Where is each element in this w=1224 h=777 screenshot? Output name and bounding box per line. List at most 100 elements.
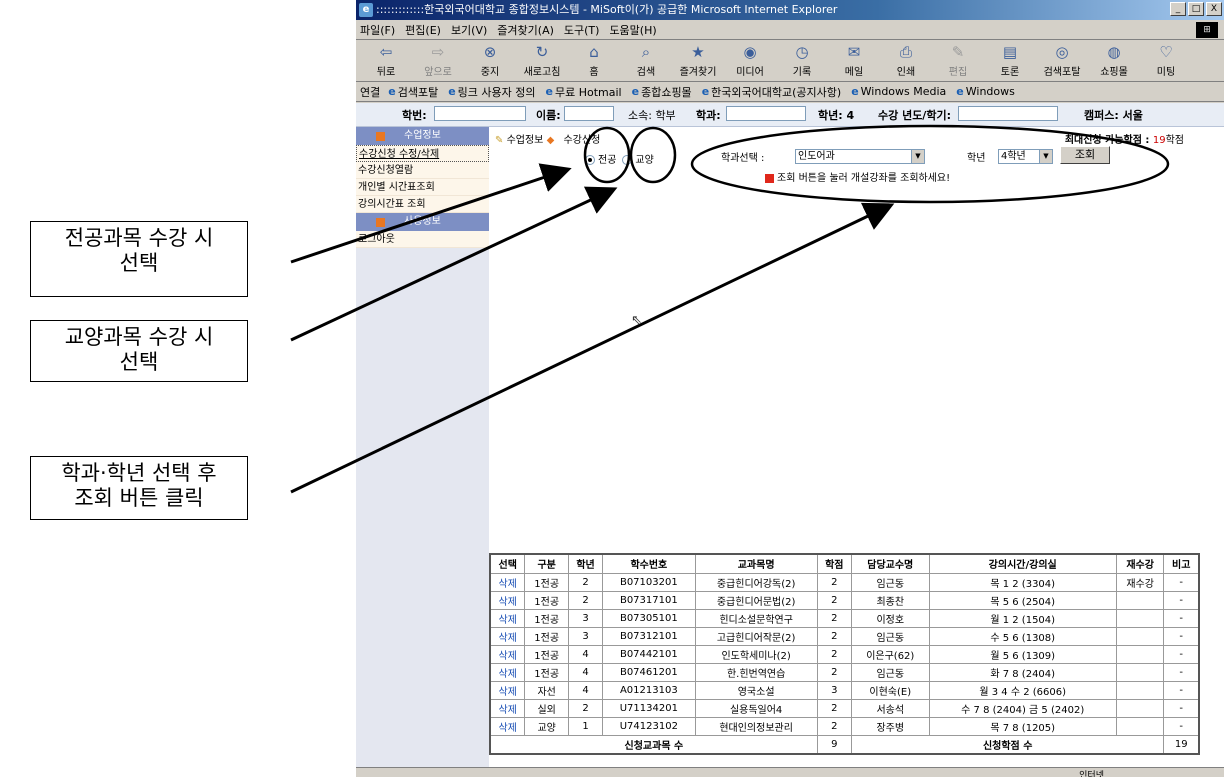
toolbar-button-1[interactable]: ⇨ 앞으로 bbox=[412, 43, 464, 78]
sidebar-section-user-info[interactable]: 사용정보 bbox=[356, 213, 489, 231]
menu-file[interactable]: 파일(F) bbox=[360, 22, 395, 38]
link-windows-media[interactable]: e Windows Media bbox=[851, 85, 946, 98]
delete-link[interactable]: 삭제 bbox=[489, 590, 526, 610]
menu-edit[interactable]: 편집(E) bbox=[405, 22, 441, 38]
year-text: 학년: 4 bbox=[818, 109, 855, 122]
toolbar-icon: ↻ bbox=[535, 43, 549, 61]
radio-liberal[interactable]: 교양 bbox=[622, 151, 654, 166]
maximize-button[interactable]: □ bbox=[1188, 2, 1204, 16]
registered-courses-table: 선택 구분 학년 학수번호 교과목명 학점 담당교수명 강의시간/강의실 재수강… bbox=[489, 553, 1200, 755]
table-cell: - bbox=[1163, 626, 1200, 646]
toolbar-button-14[interactable]: ◍ 쇼핑몰 bbox=[1088, 43, 1140, 78]
dept-select[interactable]: 인도어과 ▼ bbox=[795, 149, 925, 164]
toolbar-icon: ⌂ bbox=[589, 43, 599, 61]
delete-link[interactable]: 삭제 bbox=[489, 698, 526, 718]
toolbar-button-9[interactable]: ✉ 메일 bbox=[828, 43, 880, 78]
link-shopping[interactable]: e 종합쇼핑몰 bbox=[632, 84, 692, 100]
book-icon: ✎ bbox=[495, 135, 504, 146]
link-customize[interactable]: e 링크 사용자 정의 bbox=[448, 84, 535, 100]
table-cell: 3 bbox=[567, 626, 604, 646]
table-cell: B07317101 bbox=[602, 590, 696, 610]
menu-favorites[interactable]: 즐겨찾기(A) bbox=[497, 22, 554, 38]
table-cell: - bbox=[1163, 644, 1200, 664]
ie-link-icon: e bbox=[956, 85, 964, 98]
section-bullet-icon bbox=[376, 218, 385, 227]
toolbar-button-8[interactable]: ◷ 기록 bbox=[776, 43, 828, 78]
breadcrumb: ✎ 수업정보 ◆ 수강신청 bbox=[495, 135, 601, 146]
toolbar-button-3[interactable]: ↻ 새로고침 bbox=[516, 43, 568, 78]
year-select[interactable]: 4학년 ▼ bbox=[998, 149, 1053, 164]
table-cell: - bbox=[1163, 698, 1200, 718]
table-cell: 수 5 6 (1308) bbox=[928, 626, 1117, 646]
col-header: 학년 bbox=[567, 553, 604, 574]
table-cell: 영국소설 bbox=[694, 680, 818, 700]
toolbar-button-4[interactable]: ⌂ 홈 bbox=[568, 43, 620, 78]
delete-link[interactable]: 삭제 bbox=[489, 662, 526, 682]
student-id-label: 학번: bbox=[402, 109, 427, 122]
table-cell: 이현숙(E) bbox=[850, 680, 930, 700]
col-header: 학점 bbox=[816, 553, 852, 574]
links-label: 연결 bbox=[360, 85, 381, 99]
toolbar-button-11[interactable]: ✎ 편집 bbox=[932, 43, 984, 78]
main-content: ✎ 수업정보 ◆ 수강신청 최대신청 가능학점 : 19학점 전공 교양 학과선… bbox=[489, 127, 1224, 767]
minimize-button[interactable]: _ bbox=[1170, 2, 1186, 16]
table-cell: 임근동 bbox=[850, 626, 930, 646]
student-info-bar: 학번: 이름: 소속: 학부 학과: 학년: 4 수강 년도/학기: 캠퍼스: … bbox=[356, 103, 1224, 127]
close-button[interactable]: X bbox=[1206, 2, 1222, 16]
browser-window: e :::::::::::::한국외국어대학교 종합정보시스템 - MiSoft… bbox=[356, 0, 1224, 777]
delete-link[interactable]: 삭제 bbox=[489, 680, 526, 700]
table-cell: 2 bbox=[567, 590, 604, 610]
toolbar-icon: ⇨ bbox=[431, 43, 445, 61]
toolbar-button-2[interactable]: ⊗ 중지 bbox=[464, 43, 516, 78]
table-cell: 3 bbox=[567, 608, 604, 628]
affiliation-text: 소속: 학부 bbox=[628, 109, 676, 122]
link-hufs-notice[interactable]: e 한국외국어대학교(공지사항) bbox=[702, 84, 842, 100]
table-cell bbox=[1115, 608, 1165, 628]
toolbar-icon: ⊗ bbox=[483, 43, 497, 61]
toolbar-button-12[interactable]: ▤ 토론 bbox=[984, 43, 1036, 78]
sidebar-item-personal-timetable[interactable]: 개인별 시간표조회 bbox=[356, 179, 489, 196]
sidebar: 수업정보 수강신청 수정/삭제 수강신청열람 개인별 시간표조회 강의시간표 조… bbox=[356, 127, 489, 767]
table-cell: - bbox=[1163, 680, 1200, 700]
delete-link[interactable]: 삭제 bbox=[489, 716, 526, 736]
table-cell: 4 bbox=[567, 644, 604, 664]
sidebar-item-course-timetable[interactable]: 강의시간표 조회 bbox=[356, 196, 489, 213]
toolbar-icon: ⌕ bbox=[641, 43, 651, 61]
sidebar-section-class-info[interactable]: 수업정보 bbox=[356, 127, 489, 145]
toolbar-button-15[interactable]: ♡ 미팅 bbox=[1140, 43, 1192, 78]
delete-link[interactable]: 삭제 bbox=[489, 572, 526, 592]
table-cell: 월 1 2 (1504) bbox=[928, 608, 1117, 628]
delete-link[interactable]: 삭제 bbox=[489, 608, 526, 628]
link-windows[interactable]: e Windows bbox=[956, 85, 1015, 98]
sidebar-item-edit-delete[interactable]: 수강신청 수정/삭제 bbox=[356, 145, 489, 162]
radio-major[interactable]: 전공 bbox=[585, 151, 616, 166]
campus-text: 캠퍼스: 서울 bbox=[1084, 109, 1143, 122]
table-cell: 1전공 bbox=[524, 572, 569, 592]
course-count-value: 9 bbox=[816, 734, 852, 754]
toolbar-button-13[interactable]: ◎ 검색포탈 bbox=[1036, 43, 1088, 78]
link-portal[interactable]: e 검색포탈 bbox=[388, 84, 438, 100]
table-cell bbox=[1115, 716, 1165, 736]
toolbar-button-7[interactable]: ◉ 미디어 bbox=[724, 43, 776, 78]
callout-liberal-line2: 선택 bbox=[119, 350, 159, 374]
search-button[interactable]: 조회 bbox=[1060, 146, 1110, 164]
link-hotmail[interactable]: e 무료 Hotmail bbox=[546, 84, 622, 100]
menu-tools[interactable]: 도구(T) bbox=[564, 22, 600, 38]
table-cell: 4 bbox=[567, 680, 604, 700]
table-cell: 화 7 8 (2404) bbox=[928, 662, 1117, 682]
toolbar-button-0[interactable]: ⇦ 뒤로 bbox=[360, 43, 412, 78]
sidebar-item-view-registration[interactable]: 수강신청열람 bbox=[356, 162, 489, 179]
section-bullet-icon bbox=[376, 132, 385, 141]
col-header: 비고 bbox=[1163, 553, 1200, 574]
windows-logo-icon: ⊞ bbox=[1196, 22, 1218, 38]
delete-link[interactable]: 삭제 bbox=[489, 644, 526, 664]
radio-checked-icon bbox=[585, 155, 595, 165]
menu-help[interactable]: 도움말(H) bbox=[609, 22, 656, 38]
toolbar-button-6[interactable]: ★ 즐겨찾기 bbox=[672, 43, 724, 78]
toolbar-button-10[interactable]: ⎙ 인쇄 bbox=[880, 43, 932, 78]
table-cell: 1전공 bbox=[524, 608, 569, 628]
sidebar-item-logout[interactable]: 로그아웃 bbox=[356, 231, 489, 248]
menu-view[interactable]: 보기(V) bbox=[451, 22, 487, 38]
toolbar-button-5[interactable]: ⌕ 검색 bbox=[620, 43, 672, 78]
delete-link[interactable]: 삭제 bbox=[489, 626, 526, 646]
